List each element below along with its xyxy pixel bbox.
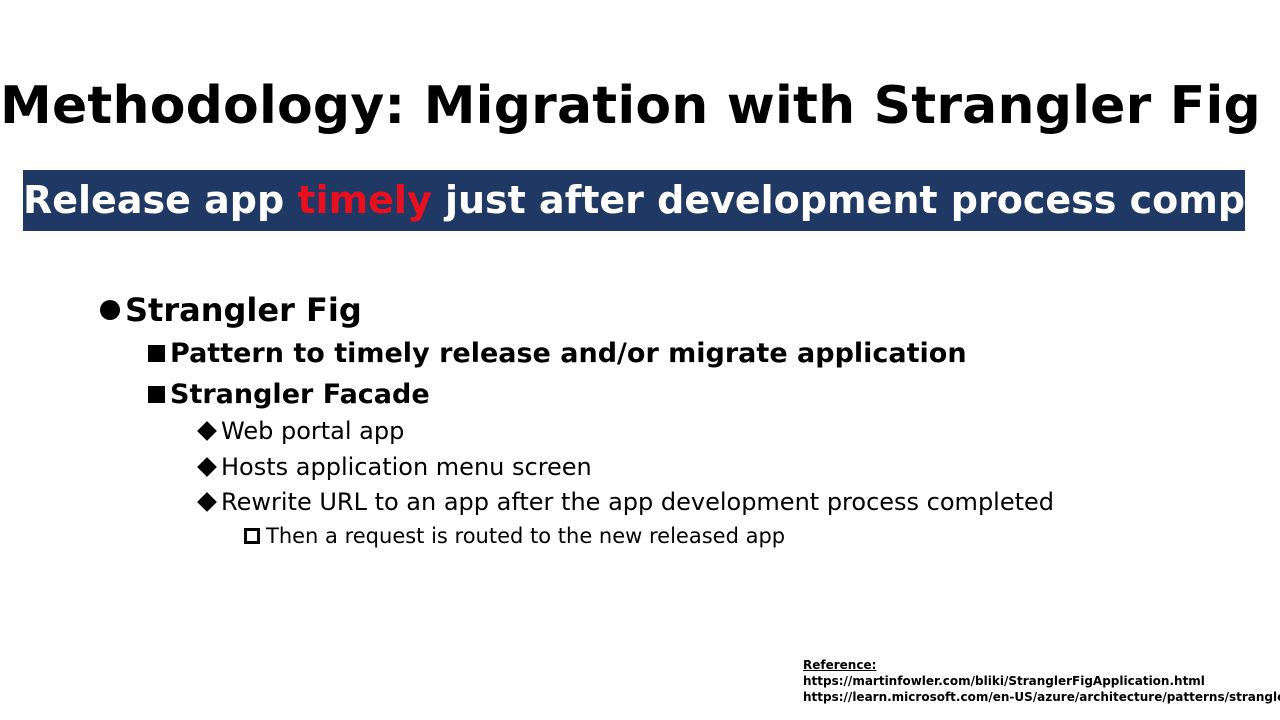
filled-square-bullet-icon xyxy=(148,344,165,362)
filled-diamond-bullet-icon xyxy=(197,457,217,477)
hollow-square-bullet-icon xyxy=(244,528,260,544)
filled-circle-bullet-icon xyxy=(100,300,120,320)
reference-link-microsoft-learn[interactable]: https://learn.microsoft.com/en-US/azure/… xyxy=(803,689,1280,705)
slide: Methodology: Migration with Strangler Fi… xyxy=(0,0,1280,720)
bullet-text: Hosts application menu screen xyxy=(221,453,592,481)
bullet-text: Pattern to timely release and/or migrate… xyxy=(170,337,967,369)
filled-diamond-bullet-icon xyxy=(197,421,217,441)
filled-square-bullet-icon xyxy=(148,385,165,403)
reference-link-martinfowler[interactable]: https://martinfowler.com/bliki/Strangler… xyxy=(803,673,1273,689)
bullet-pattern: Pattern to timely release and/or migrate… xyxy=(148,335,967,371)
bullet-request-routed: Then a request is routed to the new rele… xyxy=(244,522,785,550)
bullet-text: Rewrite URL to an app after the app deve… xyxy=(221,488,1055,516)
bullet-text: Strangler Fig xyxy=(125,291,362,329)
bullet-hosts-menu: Hosts application menu screen xyxy=(197,451,592,483)
bullet-text: Web portal app xyxy=(221,417,405,445)
bullet-strangler-facade: Strangler Facade xyxy=(148,376,430,412)
bullet-list: Strangler Fig Pattern to timely release … xyxy=(0,0,1280,720)
bullet-text: Strangler Facade xyxy=(170,378,430,410)
reference-block: Reference: https://martinfowler.com/blik… xyxy=(803,657,1280,705)
filled-diamond-bullet-icon xyxy=(197,492,217,512)
bullet-web-portal: Web portal app xyxy=(197,415,405,447)
bullet-rewrite-url: Rewrite URL to an app after the app deve… xyxy=(197,486,1055,518)
reference-heading: Reference: xyxy=(803,658,877,672)
bullet-text: Then a request is routed to the new rele… xyxy=(266,524,786,548)
bullet-strangler-fig: Strangler Fig xyxy=(100,290,362,330)
